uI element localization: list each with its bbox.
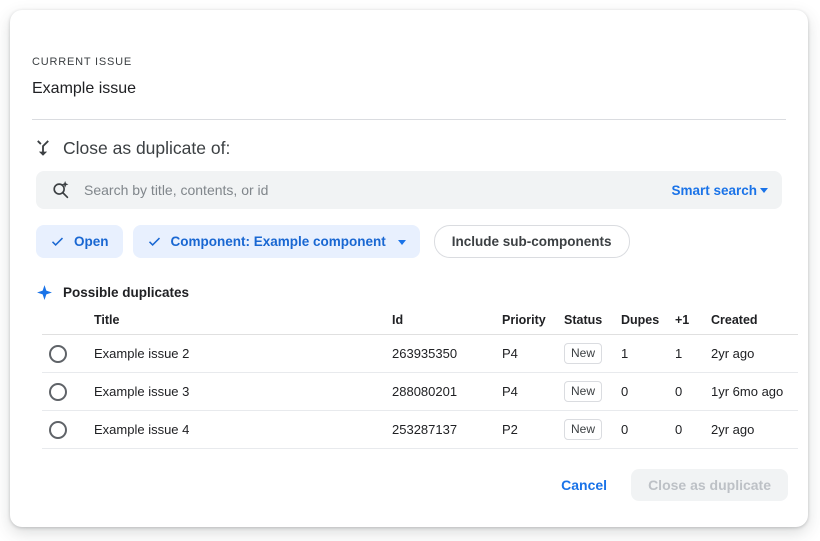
table-row[interactable]: Example issue 4 253287137 P2 New 0 0 2yr… <box>42 411 798 449</box>
cell-plus1: 1 <box>675 346 711 361</box>
check-icon <box>50 234 65 249</box>
include-subcomponents-button[interactable]: Include sub-components <box>434 225 630 258</box>
smart-search-icon <box>50 179 72 201</box>
cell-priority: P4 <box>502 384 564 399</box>
cell-plus1: 0 <box>675 422 711 437</box>
cell-status: New <box>564 419 621 440</box>
chevron-down-icon <box>398 240 406 245</box>
filter-chip-open-label: Open <box>74 234 109 249</box>
cell-id: 263935350 <box>392 346 502 361</box>
smart-search-dropdown[interactable]: Smart search <box>671 183 768 198</box>
row-radio-button[interactable] <box>49 345 67 363</box>
cell-priority: P2 <box>502 422 564 437</box>
close-as-duplicate-dialog: CURRENT ISSUE Example issue Close as dup… <box>10 10 808 527</box>
col-title: Title <box>94 313 392 327</box>
close-as-duplicate-button[interactable]: Close as duplicate <box>631 469 788 501</box>
cell-title: Example issue 2 <box>94 346 392 361</box>
check-icon <box>147 234 162 249</box>
header-divider <box>32 119 786 120</box>
col-plus1: +1 <box>675 313 711 327</box>
col-id: Id <box>392 313 502 327</box>
cell-dupes: 0 <box>621 384 675 399</box>
current-issue-title: Example issue <box>32 80 786 98</box>
sparkle-icon <box>36 284 53 301</box>
current-issue-label: CURRENT ISSUE <box>32 56 786 68</box>
search-input[interactable] <box>84 182 659 198</box>
row-radio-button[interactable] <box>49 421 67 439</box>
cell-id: 288080201 <box>392 384 502 399</box>
filter-chip-open[interactable]: Open <box>36 225 123 258</box>
cell-created: 1yr 6mo ago <box>711 384 798 399</box>
cancel-button[interactable]: Cancel <box>547 471 621 499</box>
row-radio-button[interactable] <box>49 383 67 401</box>
chevron-down-icon <box>760 188 768 193</box>
table-row[interactable]: Example issue 3 288080201 P4 New 0 0 1yr… <box>42 373 798 411</box>
status-badge: New <box>564 343 602 364</box>
col-dupes: Dupes <box>621 313 675 327</box>
col-priority: Priority <box>502 313 564 327</box>
filter-chip-component-label: Component: Example component <box>171 234 386 249</box>
cell-plus1: 0 <box>675 384 711 399</box>
duplicate-search-bar[interactable]: Smart search <box>36 171 782 209</box>
table-header-row: Title Id Priority Status Dupes +1 Create… <box>42 305 798 335</box>
cell-id: 253287137 <box>392 422 502 437</box>
cell-title: Example issue 3 <box>94 384 392 399</box>
cell-priority: P4 <box>502 346 564 361</box>
cell-status: New <box>564 343 621 364</box>
smart-search-label: Smart search <box>671 183 757 198</box>
col-status: Status <box>564 313 621 327</box>
cell-created: 2yr ago <box>711 422 798 437</box>
status-badge: New <box>564 381 602 402</box>
possible-duplicates-heading: Possible duplicates <box>63 285 189 300</box>
duplicates-table: Title Id Priority Status Dupes +1 Create… <box>42 305 798 449</box>
status-badge: New <box>564 419 602 440</box>
merge-duplicate-icon <box>32 137 54 159</box>
cell-title: Example issue 4 <box>94 422 392 437</box>
col-created: Created <box>711 313 798 327</box>
filter-chip-component[interactable]: Component: Example component <box>133 225 420 258</box>
dialog-heading: Close as duplicate of: <box>63 138 230 159</box>
cell-status: New <box>564 381 621 402</box>
cell-dupes: 0 <box>621 422 675 437</box>
cell-created: 2yr ago <box>711 346 798 361</box>
cell-dupes: 1 <box>621 346 675 361</box>
table-row[interactable]: Example issue 2 263935350 P4 New 1 1 2yr… <box>42 335 798 373</box>
